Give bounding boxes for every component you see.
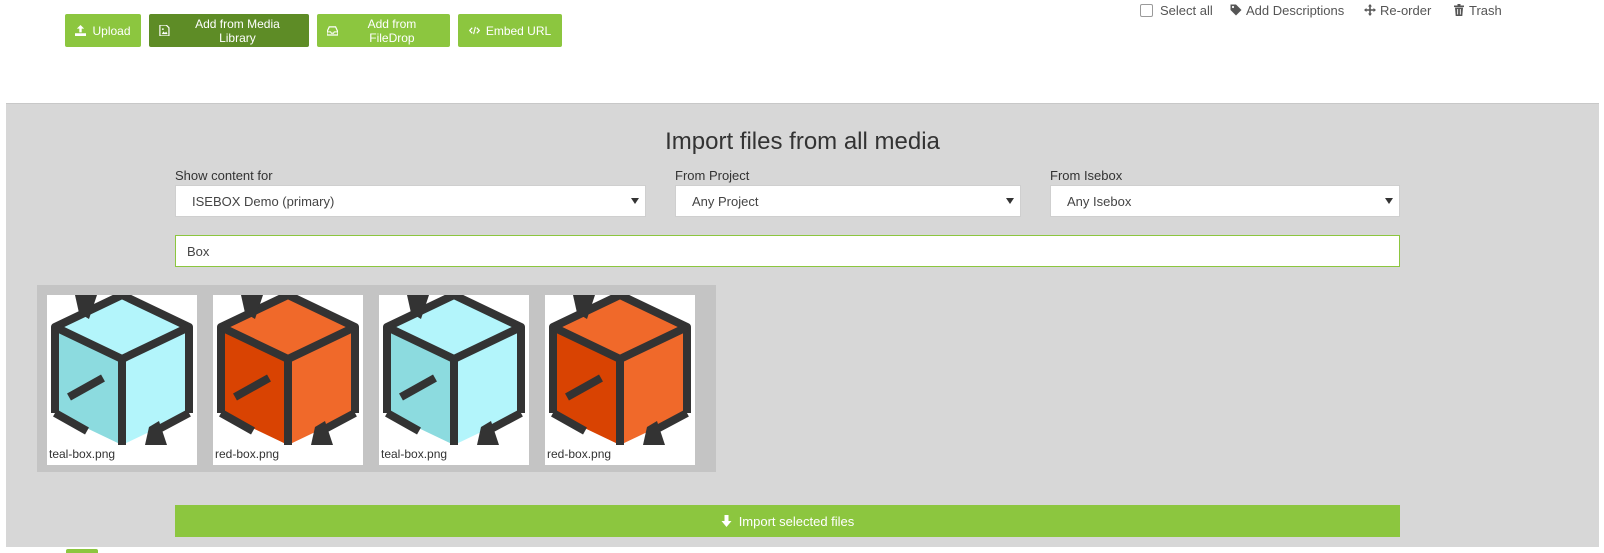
- re-order-action[interactable]: Re-order: [1364, 0, 1431, 20]
- file-thumbnail[interactable]: teal-box.png: [47, 295, 197, 465]
- media-toolbar: Upload Add from Media Library Add from F…: [0, 0, 1604, 103]
- chevron-down-icon: [1006, 198, 1014, 204]
- upload-button-label: Upload: [92, 23, 131, 38]
- teal-box-image: [51, 295, 193, 445]
- import-selected-files-label: Import selected files: [738, 513, 855, 529]
- select-all-toggle[interactable]: Select all: [1140, 0, 1213, 20]
- from-isebox-label: From Isebox: [1050, 168, 1123, 183]
- next-section-button-edge: [66, 549, 98, 553]
- red-box-image: [549, 295, 691, 445]
- arrow-down-icon: [721, 515, 732, 527]
- move-icon: [1364, 4, 1376, 16]
- file-name-label: red-box.png: [547, 447, 612, 461]
- upload-icon: [75, 25, 87, 36]
- add-descriptions-action[interactable]: Add Descriptions: [1230, 0, 1344, 20]
- from-project-select[interactable]: Any Project: [675, 185, 1021, 217]
- import-panel: Import files from all media Show content…: [6, 103, 1599, 547]
- add-from-media-library-button[interactable]: Add from Media Library: [149, 14, 309, 47]
- tag-icon: [1230, 4, 1242, 16]
- search-input[interactable]: [175, 235, 1400, 267]
- embed-url-button[interactable]: Embed URL: [458, 14, 562, 47]
- embed-url-label: Embed URL: [485, 23, 552, 38]
- media-library-icon: [159, 25, 170, 36]
- chevron-down-icon: [1385, 198, 1393, 204]
- file-thumbnail[interactable]: red-box.png: [213, 295, 363, 465]
- trash-label: Trash: [1469, 2, 1502, 18]
- from-isebox-select[interactable]: Any Isebox: [1050, 185, 1400, 217]
- show-content-for-value: ISEBOX Demo (primary): [192, 193, 335, 209]
- filedrop-icon: [327, 26, 338, 36]
- teal-box-image: [383, 295, 525, 445]
- add-from-filedrop-label: Add from FileDrop: [367, 16, 417, 45]
- trash-icon: [1454, 4, 1464, 16]
- trash-action[interactable]: Trash: [1453, 0, 1502, 20]
- chevron-down-icon: [631, 198, 639, 204]
- upload-button[interactable]: Upload: [65, 14, 141, 47]
- show-content-for-select[interactable]: ISEBOX Demo (primary): [175, 185, 646, 217]
- red-box-image: [217, 295, 359, 445]
- code-icon: [468, 26, 480, 35]
- add-descriptions-label: Add Descriptions: [1246, 2, 1345, 18]
- file-name-label: teal-box.png: [381, 447, 448, 461]
- from-isebox-value: Any Isebox: [1067, 193, 1132, 209]
- file-name-label: red-box.png: [215, 447, 280, 461]
- add-from-media-library-label: Add from Media Library: [195, 16, 280, 45]
- re-order-label: Re-order: [1380, 2, 1432, 18]
- show-content-for-label: Show content for: [175, 168, 273, 183]
- file-thumbnail[interactable]: red-box.png: [545, 295, 695, 465]
- select-all-label: Select all: [1160, 2, 1213, 18]
- import-selected-files-button[interactable]: Import selected files: [175, 505, 1400, 537]
- file-name-label: teal-box.png: [49, 447, 116, 461]
- add-from-filedrop-button[interactable]: Add from FileDrop: [317, 14, 450, 47]
- file-grid: teal-box.png red-box.png teal-box.png re…: [37, 285, 716, 472]
- panel-title: Import files from all media: [665, 128, 940, 155]
- file-thumbnail[interactable]: teal-box.png: [379, 295, 529, 465]
- from-project-value: Any Project: [692, 193, 759, 209]
- select-all-checkbox[interactable]: [1140, 3, 1153, 17]
- from-project-label: From Project: [675, 168, 750, 183]
